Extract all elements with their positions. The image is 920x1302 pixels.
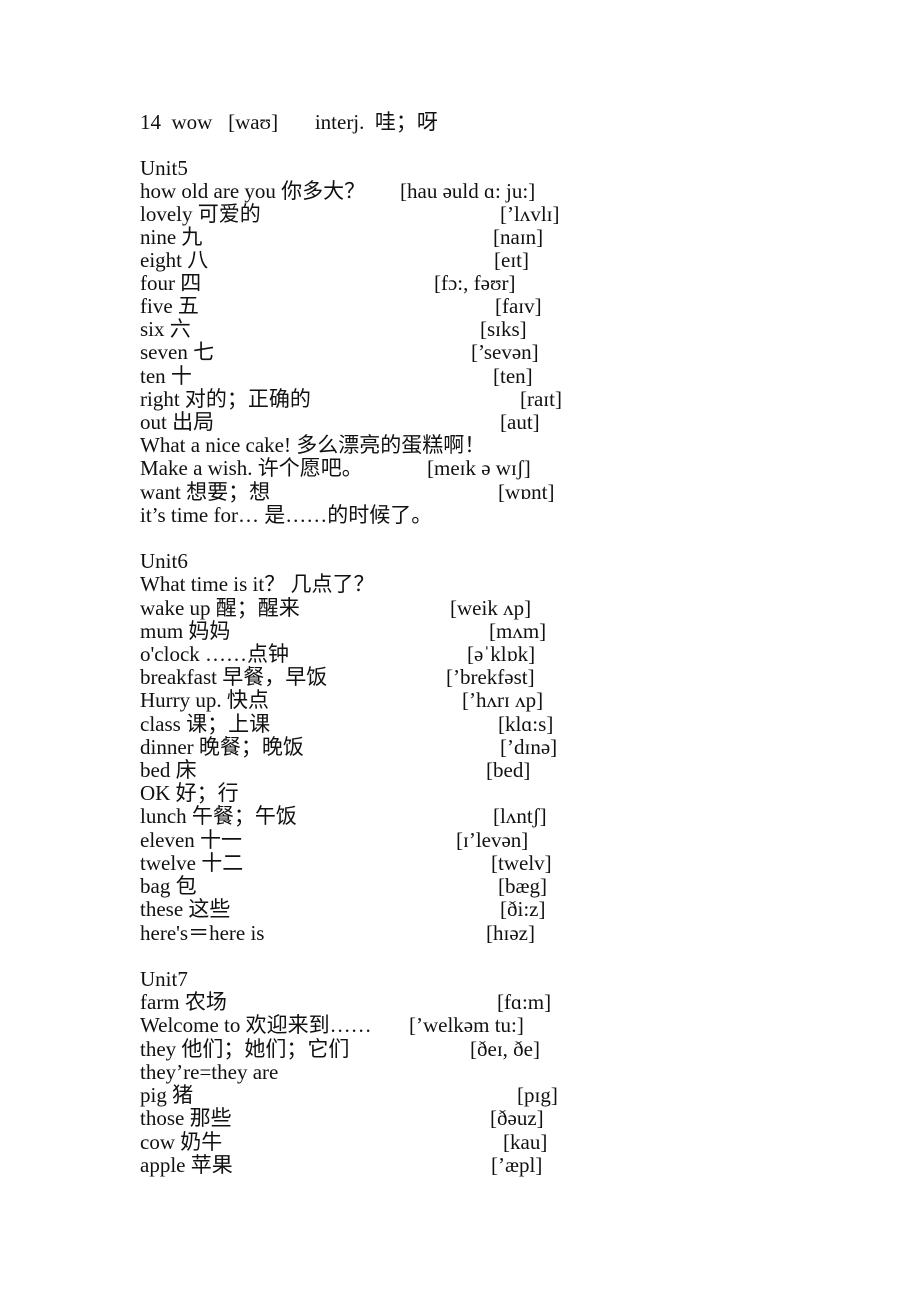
entry-phonetic: [’hʌrɪ ʌp] xyxy=(462,688,544,712)
entry-phonetic: [’lʌvlɪ] xyxy=(500,202,560,226)
entry-term: breakfast 早餐，早饭 xyxy=(140,665,328,689)
entry-phonetic: [bæg] xyxy=(498,874,547,898)
entry-term: right 对的；正确的 xyxy=(140,387,311,411)
entry-term: mum 妈妈 xyxy=(140,619,231,643)
entry-phonetic: [ɪ’levən] xyxy=(456,828,529,852)
entry-phonetic: [’brekfəst] xyxy=(446,665,535,689)
entry-term: six 六 xyxy=(140,317,191,341)
entry-term: they 他们；她们；它们 xyxy=(140,1037,350,1061)
entry-term: want 想要；想 xyxy=(140,480,271,504)
entry-term: it’s time for… 是……的时候了。 xyxy=(140,503,433,527)
entry-phonetic: [əˈklɒk] xyxy=(467,642,536,666)
entry-phonetic: [raɪt] xyxy=(520,387,562,411)
entry-phonetic: [ðeɪ, ðe] xyxy=(470,1037,540,1061)
entry-term: Make a wish. 许个愿吧。 xyxy=(140,456,363,480)
entry-term: eleven 十一 xyxy=(140,828,243,852)
entry-term: bed 床 xyxy=(140,758,197,782)
entry-term: apple 苹果 xyxy=(140,1153,233,1177)
entry-term: those 那些 xyxy=(140,1106,232,1130)
entry-term: lovely 可爱的 xyxy=(140,202,261,226)
entry-term: seven 七 xyxy=(140,340,215,364)
entry-phonetic: [ðəuz] xyxy=(490,1106,544,1130)
entry-phonetic: [bed] xyxy=(486,758,531,782)
entry-term: ten 十 xyxy=(140,364,192,388)
entry-phonetic: [sɪks] xyxy=(480,317,527,341)
entry-term: wake up 醒；醒来 xyxy=(140,596,300,620)
entry-phonetic: [weik ʌp] xyxy=(450,596,532,620)
entry-phonetic: [twelv] xyxy=(491,851,552,875)
entry-phonetic: [hɪəz] xyxy=(486,921,535,945)
entry-phonetic: [ten] xyxy=(493,364,533,388)
entry-phonetic: [eɪt] xyxy=(494,248,529,272)
entry-phonetic: [naɪn] xyxy=(493,225,544,249)
document-page: 14 wow [waʊ] interj. 哇；呀 Unit5 how old a… xyxy=(0,0,920,1302)
entry-phonetic: [aut] xyxy=(500,410,540,434)
entry-term: eight 八 xyxy=(140,248,209,272)
entry-phonetic: [’æpl] xyxy=(491,1153,543,1177)
entry-term: lunch 午餐；午饭 xyxy=(140,804,297,828)
entry-term: out 出局 xyxy=(140,410,215,434)
entry-phonetic: [fɑ:m] xyxy=(497,990,552,1014)
entry-phonetic: [lʌntʃ] xyxy=(493,804,547,828)
entry-phonetic: [’sevən] xyxy=(471,340,539,364)
entry-term: five 五 xyxy=(140,294,199,318)
entry-phonetic: [fɔ:, fəʊr] xyxy=(434,271,516,295)
entry-phonetic: [klɑ:s] xyxy=(498,712,554,736)
entry-term: Welcome to 欢迎来到…… xyxy=(140,1013,372,1037)
entry-term: OK 好；行 xyxy=(140,781,239,805)
entry-term: here's＝here is xyxy=(140,921,265,945)
entry-term: class 课；上课 xyxy=(140,712,271,736)
intro-text: 14 wow [waʊ] interj. 哇；呀 xyxy=(140,110,438,134)
entry-term: farm 农场 xyxy=(140,990,227,1014)
unit5-title: Unit5 xyxy=(140,156,188,180)
entry-term: pig 猪 xyxy=(140,1083,194,1107)
entry-term: What time is it？ 几点了？ xyxy=(140,572,375,596)
entry-term: Hurry up. 快点 xyxy=(140,688,269,712)
entry-term: o'clock ……点钟 xyxy=(140,642,290,666)
entry-phonetic: [meɪk ə wɪʃ] xyxy=(427,456,531,480)
entry-term: dinner 晚餐；晚饭 xyxy=(140,735,304,759)
entry-term: cow 奶牛 xyxy=(140,1130,223,1154)
entry-phonetic: [mʌm] xyxy=(489,619,547,643)
entry-phonetic: [ði:z] xyxy=(500,897,546,921)
entry-phonetic: [pɪg] xyxy=(517,1083,558,1107)
entry-term: how old are you 你多大？ xyxy=(140,179,366,203)
entry-phonetic: [’welkəm tu:] xyxy=(409,1013,524,1037)
unit6-title: Unit6 xyxy=(140,549,188,573)
entry-term: bag 包 xyxy=(140,874,197,898)
entry-term: What a nice cake! 多么漂亮的蛋糕啊！ xyxy=(140,433,486,457)
unit7-title: Unit7 xyxy=(140,967,188,991)
entry-term: these 这些 xyxy=(140,897,231,921)
entry-phonetic: [hau əuld ɑ: ju:] xyxy=(400,179,536,203)
entry-phonetic: [faɪv] xyxy=(495,294,542,318)
entry-term: twelve 十二 xyxy=(140,851,244,875)
entry-phonetic: [’dɪnə] xyxy=(500,735,558,759)
entry-term: they’re=they are xyxy=(140,1060,279,1084)
entry-term: nine 九 xyxy=(140,225,203,249)
entry-phonetic: [kau] xyxy=(503,1130,548,1154)
entry-term: four 四 xyxy=(140,271,202,295)
entry-phonetic: [wɒnt] xyxy=(498,480,555,504)
